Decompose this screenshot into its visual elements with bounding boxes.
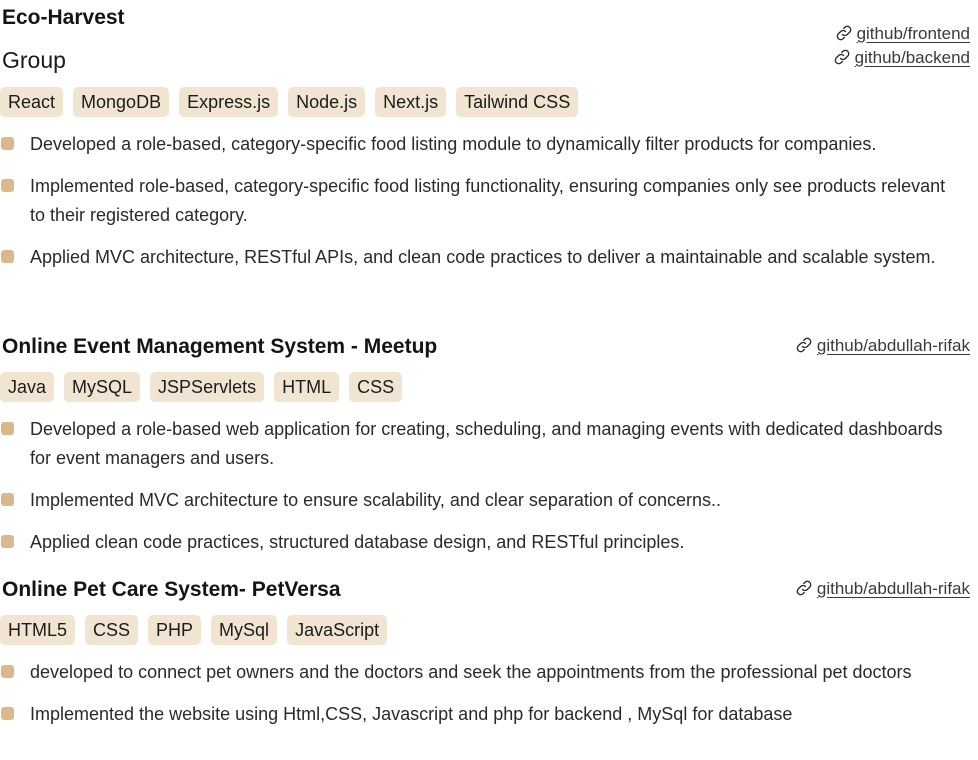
bullet-text: Applied clean code practices, structured… (30, 532, 685, 552)
tag: HTML (274, 372, 340, 402)
github-backend-link[interactable]: github/backend (833, 46, 970, 70)
tech-tags: HTML5 CSS PHP MySql JavaScript (0, 615, 388, 645)
bullet-marker (1, 493, 14, 506)
bullet-list: developed to connect pet owners and the … (0, 658, 960, 742)
bullet-text: Implemented MVC architecture to ensure s… (30, 490, 722, 510)
tag: JSPServlets (150, 372, 265, 402)
tag: React (0, 87, 64, 117)
bullet-marker (1, 535, 14, 548)
link-label: github/backend (854, 48, 970, 67)
link-icon (796, 580, 812, 596)
bullet-text: Developed a role-based web application f… (30, 419, 943, 468)
project-title: Eco-Harvest (2, 6, 125, 29)
tag: Java (0, 372, 55, 402)
bullet-marker (1, 665, 14, 678)
bullet-marker (1, 250, 14, 263)
link-label: github/abdullah-rifak (816, 579, 970, 598)
project-links: github/abdullah-rifak (795, 577, 970, 601)
tag: Express.js (179, 87, 279, 117)
project-links: github/abdullah-rifak (795, 334, 970, 358)
resume-projects-section: Eco-Harvest Group github/frontend github… (0, 0, 978, 760)
link-icon (836, 25, 851, 41)
bullet-text: Applied MVC architecture, RESTful APIs, … (30, 247, 936, 267)
bullet-text: Implemented the website using Html,CSS, … (30, 704, 793, 724)
bullet-list: Developed a role-based web application f… (0, 415, 960, 570)
github-abdullah-rifak-link[interactable]: github/abdullah-rifak (795, 334, 970, 358)
list-item: Applied clean code practices, structured… (0, 528, 960, 557)
project-links: github/frontend github/backend (833, 22, 970, 70)
list-item: Implemented the website using Html,CSS, … (0, 700, 960, 729)
project-title: Online Pet Care System- PetVersa (2, 578, 341, 601)
link-label: github/frontend (856, 24, 970, 43)
link-label: github/abdullah-rifak (816, 336, 970, 355)
tech-tags: Java MySQL JSPServlets HTML CSS (0, 372, 403, 402)
link-icon (796, 337, 812, 353)
tag: Tailwind CSS (456, 87, 579, 117)
tag: HTML5 (0, 615, 76, 645)
tag: PHP (148, 615, 202, 645)
tag: MySql (211, 615, 278, 645)
tag: JavaScript (287, 615, 388, 645)
list-item: Implemented MVC architecture to ensure s… (0, 486, 960, 515)
list-item: Developed a role-based web application f… (0, 415, 960, 473)
list-item: Implemented role-based, category-specifi… (0, 172, 960, 230)
tag: Next.js (375, 87, 447, 117)
bullet-marker (1, 137, 14, 150)
project-subtitle: Group (2, 47, 66, 73)
bullet-list: Developed a role-based, category-specifi… (0, 130, 960, 285)
link-icon (834, 49, 850, 65)
bullet-marker (1, 179, 14, 192)
list-item: developed to connect pet owners and the … (0, 658, 960, 687)
bullet-text: developed to connect pet owners and the … (30, 662, 912, 682)
tag: MongoDB (73, 87, 170, 117)
bullet-text: Developed a role-based, category-specifi… (30, 134, 877, 154)
tag: Node.js (288, 87, 366, 117)
github-abdullah-rifak-link[interactable]: github/abdullah-rifak (795, 577, 970, 601)
list-item: Developed a role-based, category-specifi… (0, 130, 960, 159)
tag: CSS (349, 372, 403, 402)
tech-tags: React MongoDB Express.js Node.js Next.js… (0, 87, 579, 117)
bullet-text: Implemented role-based, category-specifi… (30, 176, 946, 225)
tag: CSS (85, 615, 139, 645)
tag: MySQL (64, 372, 141, 402)
project-title: Online Event Management System - Meetup (2, 335, 438, 358)
github-frontend-link[interactable]: github/frontend (833, 22, 970, 46)
bullet-marker (1, 707, 14, 720)
list-item: Applied MVC architecture, RESTful APIs, … (0, 243, 960, 272)
bullet-marker (1, 422, 14, 435)
